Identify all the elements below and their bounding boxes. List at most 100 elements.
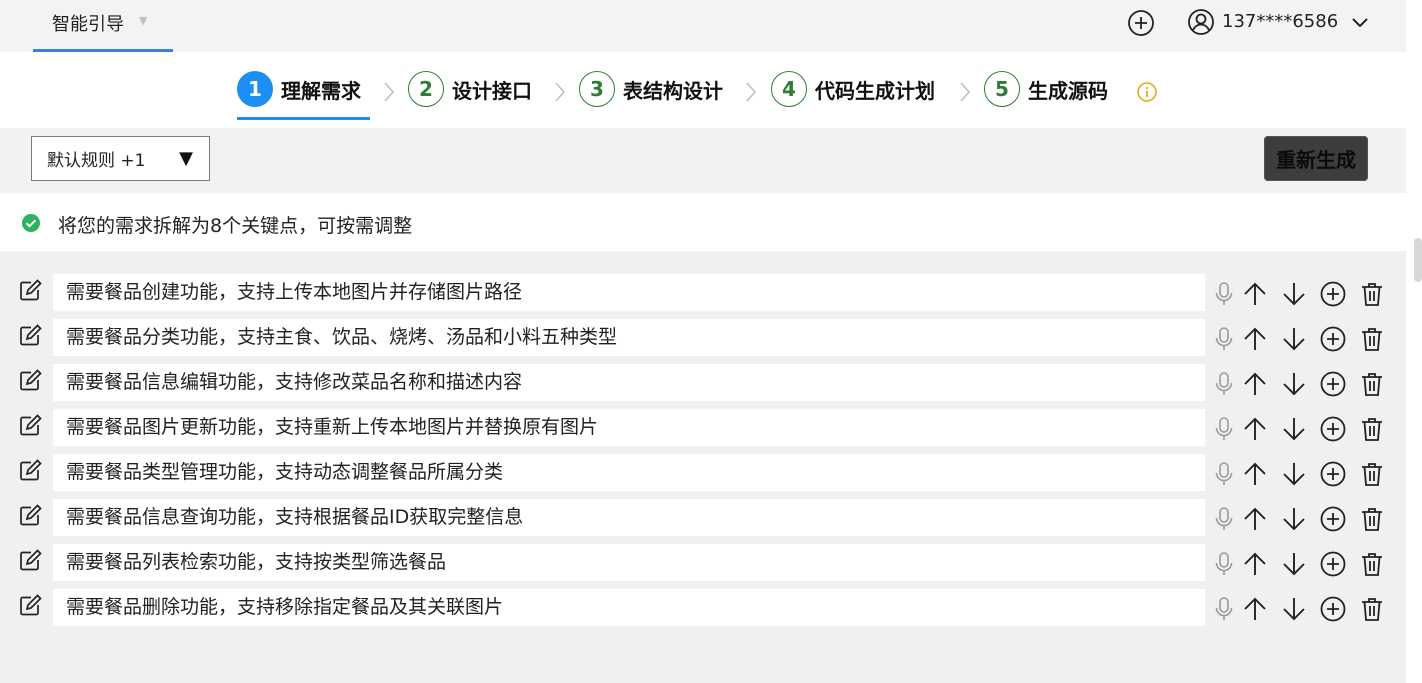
arrow-up-icon[interactable] — [1241, 325, 1269, 353]
requirement-text[interactable]: 需要餐品列表检索功能，支持按类型筛选餐品 — [53, 544, 1205, 581]
edit-icon[interactable] — [18, 277, 44, 303]
arrow-up-icon[interactable] — [1241, 505, 1269, 533]
step-number: 5 — [984, 71, 1020, 107]
regenerate-button[interactable]: 重新生成 — [1264, 136, 1368, 181]
chevron-right-icon — [384, 82, 395, 102]
step-number: 2 — [408, 71, 444, 107]
chevron-right-icon — [555, 82, 566, 102]
requirement-text[interactable]: 需要餐品信息编辑功能，支持修改菜品名称和描述内容 — [53, 364, 1205, 401]
check-circle-icon — [22, 214, 40, 232]
chevron-right-icon — [746, 82, 757, 102]
chevron-down-icon[interactable] — [1348, 10, 1372, 34]
trash-icon[interactable] — [1358, 505, 1386, 533]
edit-icon[interactable] — [18, 367, 44, 393]
microphone-icon[interactable] — [1210, 325, 1238, 353]
regenerate-label: 重新生成 — [1276, 150, 1356, 172]
edit-icon[interactable] — [18, 592, 44, 618]
arrow-up-icon[interactable] — [1241, 415, 1269, 443]
nav-tab-smart-guide[interactable]: 智能引导 ▼ — [33, 0, 173, 52]
rule-select-value: 默认规则 +1 — [47, 151, 146, 171]
arrow-down-icon[interactable] — [1280, 595, 1308, 623]
step-code-plan[interactable]: 4 代码生成计划 — [771, 70, 935, 108]
trash-icon[interactable] — [1358, 550, 1386, 578]
top-bar: 智能引导 ▼ 137****6586 — [0, 0, 1406, 52]
requirement-text[interactable]: 需要餐品删除功能，支持移除指定餐品及其关联图片 — [53, 589, 1205, 626]
requirement-text[interactable]: 需要餐品创建功能，支持上传本地图片并存储图片路径 — [53, 274, 1205, 311]
microphone-icon[interactable] — [1210, 595, 1238, 623]
requirement-row: 需要餐品图片更新功能，支持重新上传本地图片并替换原有图片 — [0, 409, 1406, 454]
step-active-indicator — [237, 117, 370, 120]
step-design-api[interactable]: 2 设计接口 — [408, 70, 532, 108]
trash-icon[interactable] — [1358, 415, 1386, 443]
plus-circle-icon[interactable] — [1319, 370, 1347, 398]
requirement-text[interactable]: 需要餐品类型管理功能，支持动态调整餐品所属分类 — [53, 454, 1205, 491]
requirement-text[interactable]: 需要餐品分类功能，支持主食、饮品、烧烤、汤品和小料五种类型 — [53, 319, 1205, 356]
scrollbar-track[interactable] — [1406, 0, 1422, 683]
requirement-list: 需要餐品创建功能，支持上传本地图片并存储图片路径 需要餐品分类功能，支持主食、饮品… — [0, 251, 1406, 683]
chevron-down-icon: ▼ — [139, 14, 148, 27]
requirement-text[interactable]: 需要餐品信息查询功能，支持根据餐品ID获取完整信息 — [53, 499, 1205, 536]
user-avatar-icon[interactable] — [1185, 6, 1217, 38]
arrow-down-icon[interactable] — [1280, 280, 1308, 308]
step-table-design[interactable]: 3 表结构设计 — [579, 70, 723, 108]
rule-select[interactable]: 默认规则 +1 ▼ — [31, 136, 210, 181]
status-row: 将您的需求拆解为8个关键点，可按需调整 — [0, 193, 1406, 251]
step-number: 3 — [579, 71, 615, 107]
arrow-up-icon[interactable] — [1241, 550, 1269, 578]
trash-icon[interactable] — [1358, 325, 1386, 353]
requirement-row: 需要餐品分类功能，支持主食、饮品、烧烤、汤品和小料五种类型 — [0, 319, 1406, 364]
trash-icon[interactable] — [1358, 370, 1386, 398]
requirement-row: 需要餐品类型管理功能，支持动态调整餐品所属分类 — [0, 454, 1406, 499]
trash-icon[interactable] — [1358, 280, 1386, 308]
info-icon[interactable] — [1136, 81, 1158, 103]
microphone-icon[interactable] — [1210, 460, 1238, 488]
plus-circle-icon[interactable] — [1319, 460, 1347, 488]
trash-icon[interactable] — [1358, 460, 1386, 488]
edit-icon[interactable] — [18, 322, 44, 348]
requirement-text[interactable]: 需要餐品图片更新功能，支持重新上传本地图片并替换原有图片 — [53, 409, 1205, 446]
arrow-up-icon[interactable] — [1241, 595, 1269, 623]
arrow-down-icon[interactable] — [1280, 370, 1308, 398]
arrow-up-icon[interactable] — [1241, 280, 1269, 308]
requirement-row: 需要餐品信息查询功能，支持根据餐品ID获取完整信息 — [0, 499, 1406, 544]
microphone-icon[interactable] — [1210, 370, 1238, 398]
step-label: 生成源码 — [1028, 78, 1108, 103]
arrow-up-icon[interactable] — [1241, 460, 1269, 488]
edit-icon[interactable] — [18, 457, 44, 483]
plus-circle-icon[interactable] — [1319, 505, 1347, 533]
plus-circle-icon[interactable] — [1319, 325, 1347, 353]
edit-icon[interactable] — [18, 502, 44, 528]
step-label: 设计接口 — [452, 78, 532, 103]
requirement-row: 需要餐品删除功能，支持移除指定餐品及其关联图片 — [0, 589, 1406, 634]
plus-circle-icon[interactable] — [1319, 595, 1347, 623]
scrollbar-thumb[interactable] — [1414, 238, 1422, 282]
edit-icon[interactable] — [18, 547, 44, 573]
arrow-down-icon[interactable] — [1280, 550, 1308, 578]
step-generate-source[interactable]: 5 生成源码 — [984, 70, 1108, 108]
dropdown-arrow-icon: ▼ — [179, 148, 193, 169]
chevron-right-icon — [960, 82, 971, 102]
trash-icon[interactable] — [1358, 595, 1386, 623]
add-circle-icon[interactable] — [1126, 8, 1156, 38]
edit-icon[interactable] — [18, 412, 44, 438]
microphone-icon[interactable] — [1210, 505, 1238, 533]
arrow-up-icon[interactable] — [1241, 370, 1269, 398]
plus-circle-icon[interactable] — [1319, 280, 1347, 308]
status-text: 将您的需求拆解为8个关键点，可按需调整 — [58, 215, 413, 237]
rule-toolbar: 默认规则 +1 ▼ 重新生成 — [0, 128, 1406, 193]
nav-tab-label: 智能引导 — [52, 14, 124, 35]
step-label: 代码生成计划 — [815, 78, 935, 103]
microphone-icon[interactable] — [1210, 415, 1238, 443]
requirement-row: 需要餐品创建功能，支持上传本地图片并存储图片路径 — [0, 274, 1406, 319]
arrow-down-icon[interactable] — [1280, 505, 1308, 533]
arrow-down-icon[interactable] — [1280, 460, 1308, 488]
step-label: 表结构设计 — [623, 78, 723, 103]
plus-circle-icon[interactable] — [1319, 415, 1347, 443]
user-phone[interactable]: 137****6586 — [1222, 11, 1338, 32]
arrow-down-icon[interactable] — [1280, 325, 1308, 353]
microphone-icon[interactable] — [1210, 550, 1238, 578]
plus-circle-icon[interactable] — [1319, 550, 1347, 578]
step-understand-requirements[interactable]: 1 理解需求 — [237, 70, 361, 108]
arrow-down-icon[interactable] — [1280, 415, 1308, 443]
microphone-icon[interactable] — [1210, 280, 1238, 308]
